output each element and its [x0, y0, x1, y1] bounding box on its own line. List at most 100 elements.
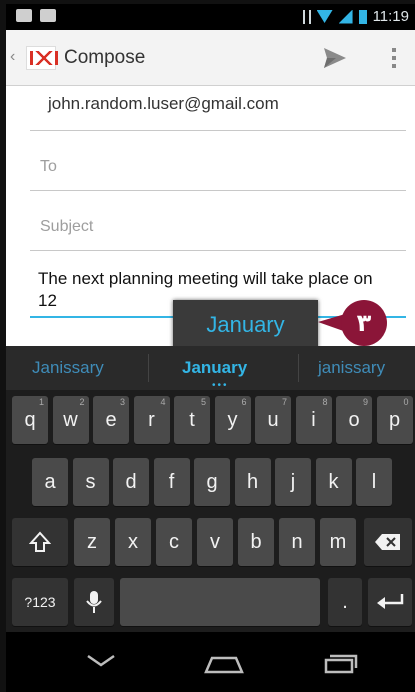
- key-b[interactable]: b: [238, 518, 274, 566]
- key-n[interactable]: n: [279, 518, 315, 566]
- notification-icon-2: [40, 9, 56, 22]
- overflow-menu-icon[interactable]: [390, 46, 398, 70]
- key-z[interactable]: z: [74, 518, 110, 566]
- key-label: a: [44, 471, 56, 493]
- key-s[interactable]: s: [72, 458, 109, 506]
- key-w[interactable]: w2: [52, 396, 89, 444]
- key-x[interactable]: x: [115, 518, 151, 566]
- recent-apps-icon[interactable]: [324, 654, 358, 674]
- battery-icon: [358, 9, 367, 24]
- navigation-bar: [6, 632, 415, 692]
- send-icon[interactable]: [322, 46, 348, 70]
- key-label: m: [329, 531, 347, 553]
- key-label: .: [342, 591, 348, 613]
- home-icon[interactable]: [204, 654, 244, 674]
- key-p[interactable]: p0: [376, 396, 413, 444]
- up-chevron-icon[interactable]: ‹: [10, 48, 15, 66]
- notification-icon-1: [16, 9, 32, 22]
- key-h[interactable]: h: [234, 458, 271, 506]
- suggestion-item[interactable]: Janissary: [32, 358, 104, 378]
- from-account[interactable]: john.random.luser@gmail.com: [48, 94, 279, 114]
- key-hint: 7: [281, 397, 287, 407]
- key-label: t: [189, 409, 195, 431]
- subject-field[interactable]: Subject: [40, 218, 93, 236]
- key-hint: 5: [200, 397, 206, 407]
- key-g[interactable]: g: [194, 458, 230, 506]
- key-q[interactable]: q1: [12, 396, 48, 444]
- key-label: h: [246, 471, 259, 493]
- notification-icons: [16, 9, 56, 22]
- key-v[interactable]: v: [197, 518, 233, 566]
- phone-screen: 11:19 ‹ Compose john.random.luser@gmail.…: [0, 0, 415, 692]
- key-label: s: [85, 471, 96, 493]
- key-label: x: [128, 531, 138, 553]
- key-f[interactable]: f: [153, 458, 190, 506]
- suggestion-strip: Janissary January ••• janissary: [6, 346, 415, 391]
- key-e[interactable]: e3: [93, 396, 129, 444]
- key-j[interactable]: j: [275, 458, 311, 506]
- key-label: d: [125, 471, 137, 493]
- key-label: z: [87, 531, 97, 553]
- signal-icon: [338, 9, 353, 24]
- more-suggestions-icon: •••: [212, 380, 229, 391]
- symbols-key[interactable]: ?123: [12, 578, 68, 626]
- key-label: y: [227, 409, 238, 431]
- key-i[interactable]: i8: [295, 396, 332, 444]
- key-label: p: [388, 409, 401, 431]
- key-hint: 4: [160, 397, 166, 407]
- key-hint: 0: [403, 397, 409, 407]
- wifi-icon: [316, 10, 333, 23]
- key-label: ?123: [24, 594, 56, 610]
- space-key[interactable]: [120, 578, 320, 626]
- back-icon[interactable]: [86, 654, 116, 668]
- mic-key[interactable]: [74, 578, 114, 626]
- preview-word: January: [206, 312, 285, 337]
- shift-icon: [28, 531, 52, 552]
- key-label: v: [210, 531, 220, 553]
- divider: [30, 190, 406, 191]
- key-k[interactable]: k: [315, 458, 352, 506]
- vibrate-icon: [302, 9, 311, 24]
- gmail-logo[interactable]: [26, 46, 58, 70]
- key-l[interactable]: l: [356, 458, 392, 506]
- suggestion-item[interactable]: January: [182, 358, 247, 378]
- enter-key[interactable]: [368, 578, 412, 626]
- key-u[interactable]: u7: [255, 396, 291, 444]
- period-key[interactable]: .: [328, 578, 362, 626]
- key-o[interactable]: o9: [336, 396, 372, 444]
- status-time: 11:19: [372, 8, 409, 25]
- key-hint: 8: [322, 397, 328, 407]
- key-c[interactable]: c: [156, 518, 192, 566]
- gesture-preview-popup: January: [173, 300, 318, 352]
- key-label: w: [63, 409, 78, 431]
- key-hint: 9: [362, 397, 368, 407]
- key-t[interactable]: t5: [174, 396, 210, 444]
- key-hint: 1: [38, 397, 44, 407]
- key-label: l: [371, 471, 377, 493]
- system-icons: 11:19: [302, 8, 409, 25]
- mic-icon: [86, 591, 102, 613]
- key-label: f: [168, 471, 175, 493]
- key-label: j: [290, 471, 296, 493]
- key-r[interactable]: r4: [133, 396, 170, 444]
- delete-key[interactable]: [364, 518, 412, 566]
- key-m[interactable]: m: [320, 518, 356, 566]
- key-hint: 3: [119, 397, 125, 407]
- shift-key[interactable]: [12, 518, 68, 566]
- callout-badge: ٣: [341, 300, 387, 346]
- key-label: e: [105, 409, 117, 431]
- divider: [298, 354, 299, 382]
- key-hint: 2: [79, 397, 85, 407]
- to-field[interactable]: To: [40, 158, 57, 176]
- key-label: r: [148, 409, 155, 431]
- page-title: Compose: [64, 47, 146, 68]
- key-label: g: [206, 471, 218, 493]
- divider: [30, 130, 406, 131]
- key-y[interactable]: y6: [214, 396, 251, 444]
- suggestion-item[interactable]: janissary: [318, 358, 385, 378]
- key-label: c: [169, 531, 179, 553]
- key-a[interactable]: a: [32, 458, 68, 506]
- key-d[interactable]: d: [113, 458, 149, 506]
- key-label: u: [267, 409, 279, 431]
- status-bar: 11:19: [6, 4, 415, 30]
